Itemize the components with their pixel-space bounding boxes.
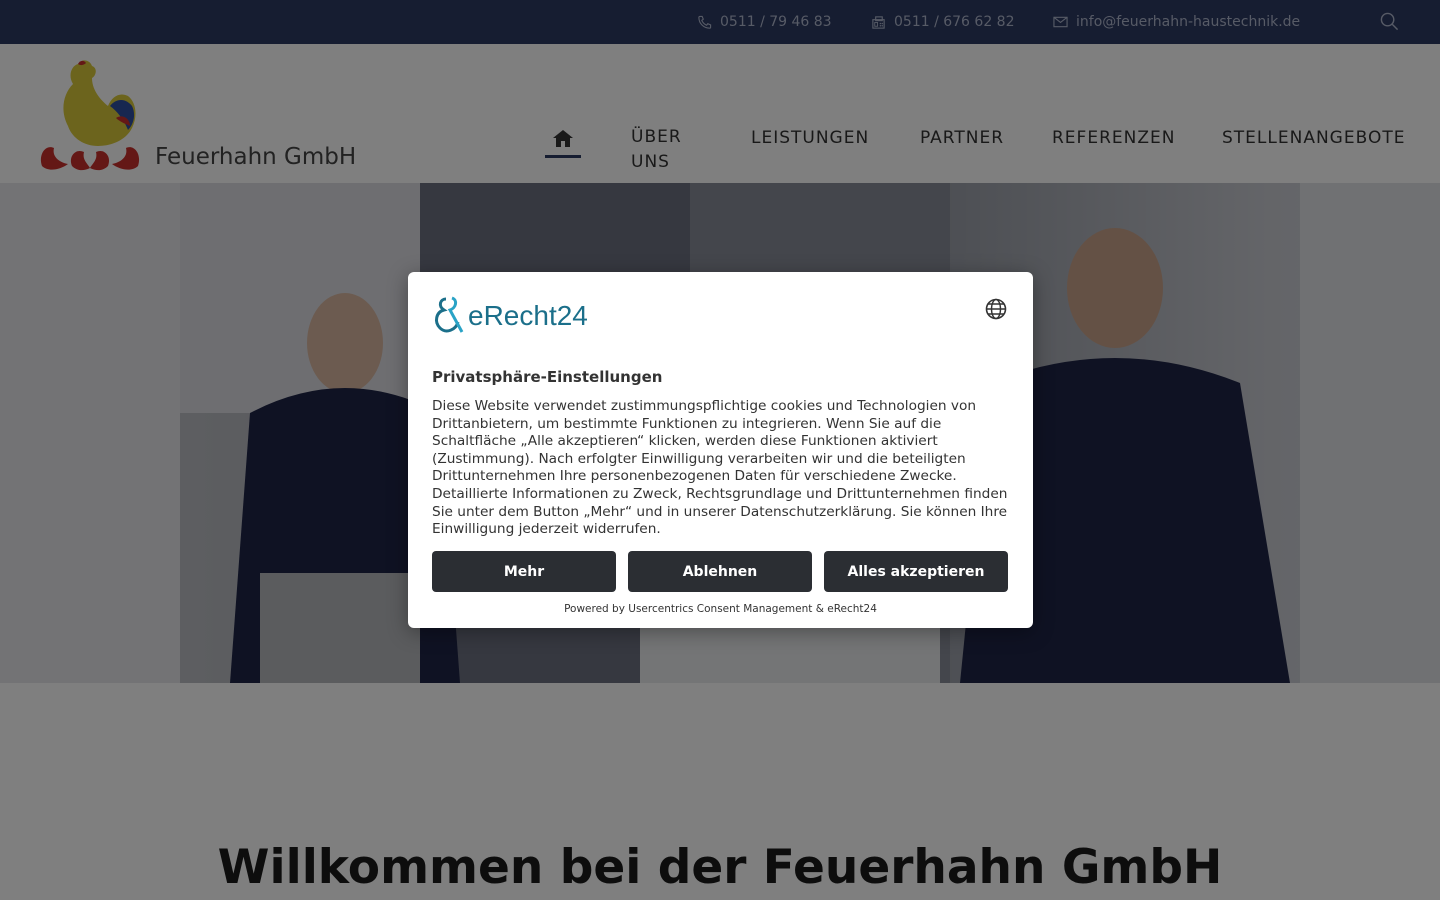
more-button[interactable]: Mehr xyxy=(432,551,616,592)
dialog-title: Privatsphäre-Einstellungen xyxy=(432,368,663,386)
accept-all-button[interactable]: Alles akzeptieren xyxy=(824,551,1008,592)
decline-button[interactable]: Ablehnen xyxy=(628,551,812,592)
globe-icon xyxy=(985,298,1007,324)
language-button[interactable] xyxy=(985,298,1007,320)
erecht24-logo: eRecht24 xyxy=(432,296,588,336)
erecht24-logo-text: eRecht24 xyxy=(468,300,588,331)
dialog-description: Diese Website verwendet zustimmungspflic… xyxy=(432,398,1008,538)
consent-dialog: eRecht24 Privatsphäre-Einstellungen Dies… xyxy=(408,272,1033,628)
powered-by-text: Powered by Usercentrics Consent Manageme… xyxy=(564,603,877,615)
